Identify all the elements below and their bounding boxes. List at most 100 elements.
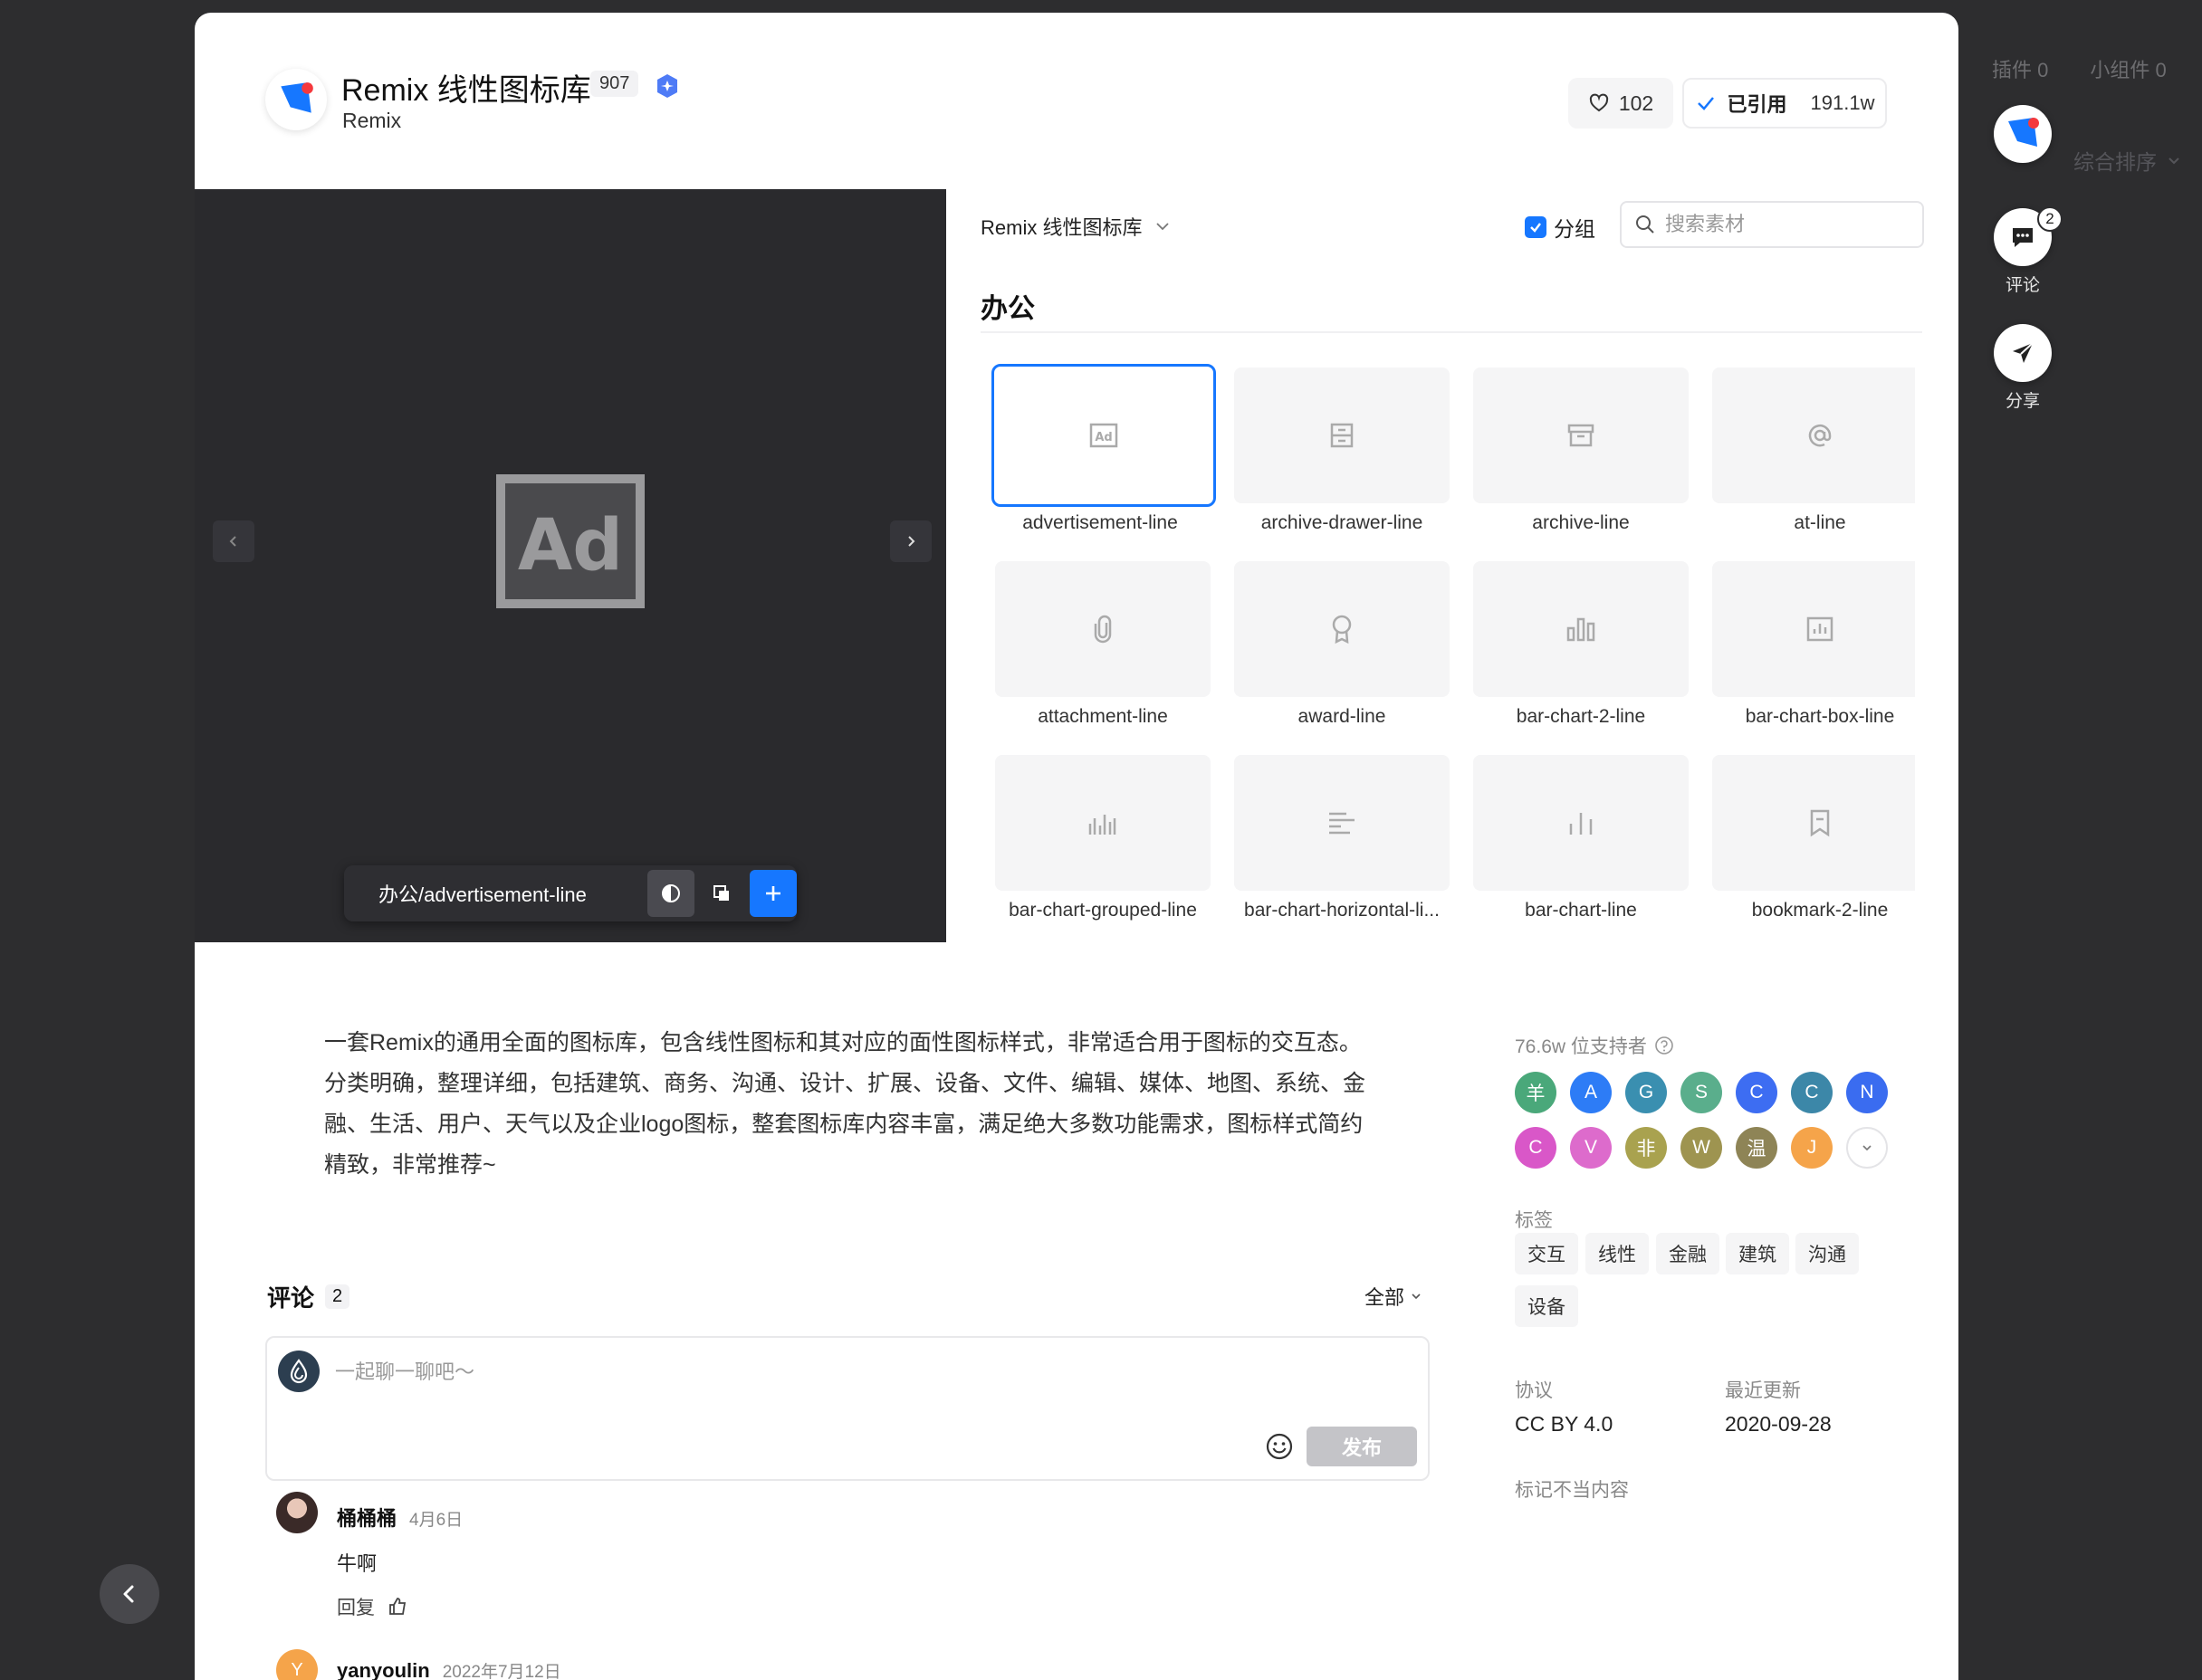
tab-plugins[interactable]: 插件 0 <box>1992 54 2048 83</box>
comment-author[interactable]: 桶桶桶 4月6日 <box>337 1503 463 1532</box>
chevron-left-icon <box>229 536 236 547</box>
contrast-icon <box>662 884 681 902</box>
icon-tile-bar-chart-grouped[interactable] <box>995 755 1211 891</box>
attachment-icon <box>1094 615 1112 644</box>
theme-toggle-button[interactable] <box>647 870 694 917</box>
emoji-icon[interactable] <box>1265 1432 1294 1461</box>
supporter-avatar[interactable]: W <box>1680 1127 1722 1169</box>
avatar[interactable] <box>276 1492 318 1533</box>
library-author[interactable]: Remix <box>342 109 401 133</box>
tag[interactable]: 线性 <box>1585 1233 1649 1274</box>
share-float-button[interactable] <box>1994 324 2052 382</box>
icon-tile-advertisement[interactable]: Ad <box>991 364 1216 507</box>
search-input[interactable] <box>1665 213 1900 236</box>
tab-widgets[interactable]: 小组件 0 <box>2090 54 2166 83</box>
chevron-down-icon <box>1412 1293 1421 1300</box>
icon-count-badge: 907 <box>590 71 639 97</box>
icon-label: award-line <box>1297 706 1386 727</box>
license-label: 协议 <box>1515 1380 1553 1401</box>
copy-button[interactable] <box>698 870 745 917</box>
archive-drawer-icon <box>1330 423 1354 448</box>
supporter-avatar[interactable]: C <box>1791 1072 1833 1113</box>
avatar[interactable]: Y <box>276 1649 318 1680</box>
icon-tile-bookmark-2[interactable] <box>1712 755 1915 891</box>
next-icon-button[interactable] <box>890 520 932 562</box>
bar-chart-grouped-icon <box>1088 815 1116 835</box>
archive-icon <box>1567 424 1594 447</box>
search-box <box>1620 201 1924 248</box>
icon-label: attachment-line <box>1038 706 1168 727</box>
icon-label: bar-chart-horizontal-li... <box>1244 900 1440 921</box>
icon-grid: Ad advertisement-line archive-drawer-lin… <box>981 355 1915 941</box>
thumbs-up-icon[interactable] <box>388 1597 407 1617</box>
tag[interactable]: 交互 <box>1515 1233 1578 1274</box>
add-icon-button[interactable] <box>750 870 798 917</box>
tag[interactable]: 金融 <box>1656 1233 1719 1274</box>
icon-tile-archive-drawer[interactable] <box>1234 368 1450 503</box>
comment-icon <box>2013 228 2033 247</box>
sort-dropdown[interactable]: 综合排序 <box>2073 145 2182 176</box>
remix-logo-icon <box>2008 118 2039 147</box>
reply-button[interactable]: 回复 <box>337 1593 375 1620</box>
icon-label: archive-drawer-line <box>1260 512 1423 533</box>
supporter-avatar[interactable]: 羊 <box>1515 1072 1556 1113</box>
supporter-avatar[interactable]: 温 <box>1736 1127 1777 1169</box>
icon-path-label: 办公/advertisement-line <box>378 883 587 906</box>
supporter-avatar[interactable]: N <box>1846 1072 1888 1113</box>
icon-label: bar-chart-box-line <box>1745 706 1895 727</box>
supporter-avatar[interactable]: G <box>1625 1072 1667 1113</box>
chevron-right-icon <box>908 536 915 547</box>
supporter-avatar[interactable]: A <box>1570 1072 1612 1113</box>
supporter-avatar[interactable]: V <box>1570 1127 1612 1169</box>
tag[interactable]: 沟通 <box>1795 1233 1859 1274</box>
supporter-avatar[interactable]: J <box>1791 1127 1833 1169</box>
show-more-supporters-button[interactable] <box>1846 1127 1888 1169</box>
supporter-avatar[interactable]: C <box>1736 1072 1777 1113</box>
author-avatar-float[interactable] <box>1994 105 2052 163</box>
supporter-avatar[interactable]: S <box>1680 1072 1722 1113</box>
comment-input[interactable]: 一起聊一聊吧～ <box>335 1356 474 1385</box>
chevron-down-icon <box>1156 223 1170 231</box>
icon-tile-award[interactable] <box>1234 561 1450 697</box>
icon-label: archive-line <box>1532 512 1630 533</box>
at-icon <box>1808 424 1832 447</box>
license-value[interactable]: CC BY 4.0 <box>1515 1412 1613 1437</box>
group-checkbox[interactable]: 分组 <box>1525 212 1595 243</box>
prev-icon-button[interactable] <box>213 520 254 562</box>
tags-label: 标签 <box>1515 1210 1553 1231</box>
icon-tile-archive[interactable] <box>1473 368 1689 503</box>
current-user-avatar <box>278 1351 320 1392</box>
tag[interactable]: 设备 <box>1515 1285 1578 1327</box>
like-button[interactable]: 102 <box>1568 78 1673 129</box>
back-button[interactable] <box>100 1564 159 1624</box>
verified-icon <box>657 74 677 98</box>
icon-tile-bar-chart-horizontal[interactable] <box>1234 755 1450 891</box>
icon-label: bookmark-2-line <box>1751 900 1889 921</box>
icon-tile-at[interactable] <box>1712 368 1915 503</box>
chevron-left-icon <box>123 1585 134 1603</box>
share-float-label: 分享 <box>2005 392 2040 411</box>
icon-label: at-line <box>1794 512 1846 533</box>
comment-count-badge: 2 <box>2037 206 2063 232</box>
used-button[interactable]: 已引用 191.1w <box>1682 78 1887 129</box>
tag[interactable]: 建筑 <box>1726 1233 1789 1274</box>
library-description: 一套Remix的通用全面的图标库，包含线性图标和其对应的面性图标样式，非常适合用… <box>324 1030 1366 1178</box>
library-select[interactable]: Remix 线性图标库 <box>981 212 1171 241</box>
icon-tile-bar-chart-box[interactable] <box>1712 561 1915 697</box>
supporter-avatar[interactable]: 非 <box>1625 1127 1667 1169</box>
report-link[interactable]: 标记不当内容 <box>1515 1475 1629 1503</box>
library-title: Remix 线性图标库 <box>341 73 591 108</box>
icon-tile-bar-chart-2[interactable] <box>1473 561 1689 697</box>
heart-icon <box>1589 93 1608 112</box>
comment-author[interactable]: yanyoulin 2022年7月12日 <box>337 1658 561 1680</box>
copy-icon <box>713 885 729 901</box>
icon-tile-bar-chart[interactable] <box>1473 755 1689 891</box>
help-circle-icon[interactable] <box>1654 1036 1674 1055</box>
svg-text:Ad: Ad <box>1095 431 1112 444</box>
icon-tile-attachment[interactable] <box>995 561 1211 697</box>
updated-label: 最近更新 <box>1725 1380 1801 1401</box>
chevron-down-icon <box>1862 1145 1872 1151</box>
comments-filter[interactable]: 全部 <box>1364 1282 1422 1311</box>
publish-button[interactable]: 发布 <box>1307 1427 1417 1466</box>
supporter-avatar[interactable]: C <box>1515 1127 1556 1169</box>
